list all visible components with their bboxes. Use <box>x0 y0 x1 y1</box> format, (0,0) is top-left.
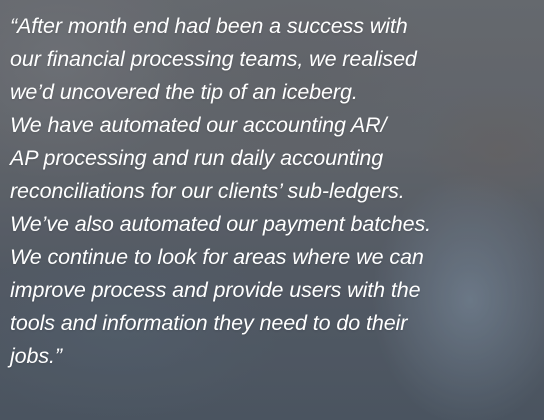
quote-line: We have automated our accounting AR/ <box>10 113 387 137</box>
quote-line: We continue to look for areas where we c… <box>10 245 424 269</box>
quote-line: jobs.” <box>10 344 62 368</box>
quote-line: our financial processing teams, we reali… <box>10 47 417 71</box>
quote-line: “After month end had been a success with <box>10 14 408 38</box>
quote-line: improve process and provide users with t… <box>10 278 421 302</box>
testimonial-quote: “After month end had been a success with… <box>10 10 538 373</box>
quote-line: we’d uncovered the tip of an iceberg. <box>10 80 358 104</box>
quote-line: We’ve also automated our payment batches… <box>10 212 431 236</box>
quote-line: tools and information they need to do th… <box>10 311 408 335</box>
quote-line: reconciliations for our clients’ sub-led… <box>10 179 405 203</box>
quote-line: AP processing and run daily accounting <box>10 146 384 170</box>
